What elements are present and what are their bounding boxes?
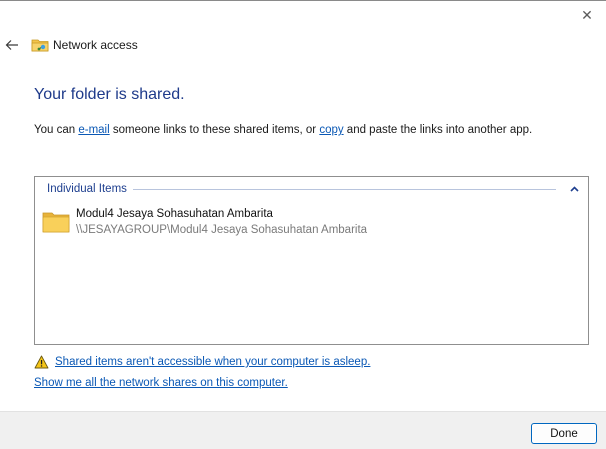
asleep-warning-link[interactable]: Shared items aren't accessible when your… — [55, 356, 370, 368]
window-header: Network access — [0, 33, 606, 59]
window-title: Network access — [53, 38, 138, 52]
window-top-border — [0, 0, 606, 1]
shared-items-list[interactable]: Individual Items Modul4 Jesaya Sohasuhat… — [34, 176, 589, 345]
intro-text: You can e-mail someone links to these sh… — [34, 124, 532, 136]
intro-text-middle: someone links to these shared items, or — [109, 124, 320, 136]
back-arrow-icon — [5, 40, 18, 50]
item-path: \\JESAYAGROUP\Modul4 Jesaya Sohasuhatan … — [76, 224, 368, 236]
asleep-warning: Shared items aren't accessible when your… — [34, 353, 370, 371]
list-item[interactable]: Modul4 Jesaya Sohasuhatan Ambarita \\JES… — [42, 208, 542, 242]
dialog-footer: Done — [0, 411, 606, 449]
done-button[interactable]: Done — [531, 423, 597, 444]
group-label: Individual Items — [47, 183, 127, 195]
network-folder-icon — [31, 39, 49, 52]
page-heading: Your folder is shared. — [34, 86, 185, 103]
show-network-shares-link[interactable]: Show me all the network shares on this c… — [34, 377, 288, 389]
copy-link[interactable]: copy — [319, 124, 343, 136]
warning-icon — [34, 355, 49, 369]
folder-icon — [42, 212, 70, 233]
collapse-group-button[interactable] — [568, 183, 580, 195]
close-button[interactable]: ✕ — [578, 6, 596, 24]
chevron-up-icon — [569, 186, 579, 192]
item-name: Modul4 Jesaya Sohasuhatan Ambarita — [76, 208, 273, 220]
close-icon: ✕ — [581, 7, 593, 23]
back-button[interactable] — [2, 33, 22, 57]
intro-text-end: and paste the links into another app. — [343, 124, 533, 136]
group-divider — [132, 189, 556, 190]
intro-text-start: You can — [34, 124, 79, 136]
email-link[interactable]: e-mail — [78, 124, 109, 136]
group-header: Individual Items — [47, 181, 580, 197]
